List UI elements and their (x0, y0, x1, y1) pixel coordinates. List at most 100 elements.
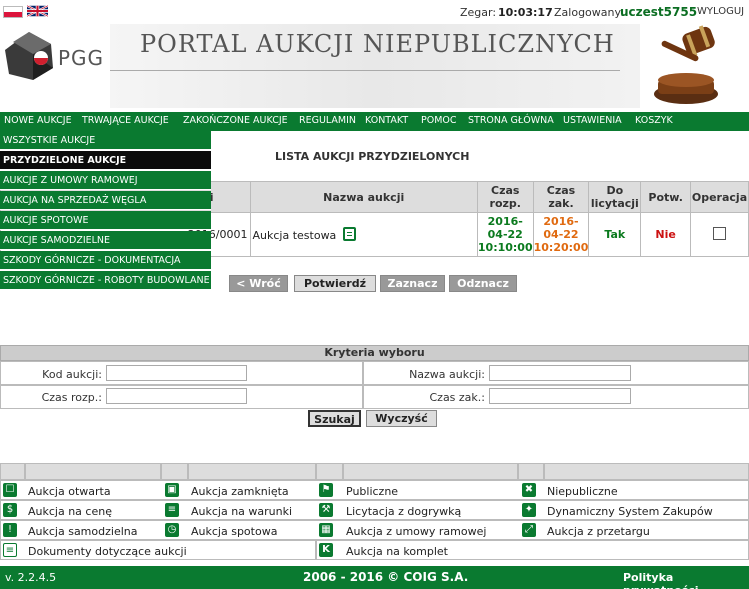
legend-label: Niepubliczne (547, 485, 618, 498)
exclamation-icon: ! (3, 523, 17, 537)
clock-value: 10:03:17 (498, 6, 553, 19)
col-header-end[interactable]: Czas zak. (532, 181, 590, 213)
criteria-title: Kryteria wyboru (0, 345, 749, 361)
menu-item-mining-damage-docs[interactable]: SZKODY GÓRNICZE - DOKUMENTACJA (0, 251, 211, 270)
legend-header (316, 463, 343, 480)
document-icon: ≡ (3, 543, 17, 557)
pgg-logo-text: PGG (58, 46, 105, 70)
cart-icon: ≡ (165, 503, 179, 517)
end-label: Czas zak.: (429, 391, 485, 404)
nav-ongoing-auctions[interactable]: TRWAJĄCE AUKCJE (82, 115, 169, 126)
deselect-button[interactable]: Odznacz (449, 275, 517, 292)
menu-item-framework-auctions[interactable]: AUKCJE Z UMOWY RAMOWEJ (0, 171, 211, 190)
col-header-to-bid[interactable]: Do licytacji (588, 181, 642, 213)
confirmed-value: Nie (640, 212, 691, 257)
nav-settings[interactable]: USTAWIENIA (563, 115, 622, 126)
menu-item-assigned-auctions[interactable]: PRZYDZIELONE AUKCJE (0, 151, 211, 170)
k-icon: K (319, 543, 333, 557)
dollar-icon: $ (3, 503, 17, 517)
col-header-operation: Operacja (690, 181, 749, 213)
start-label: Czas rozp.: (41, 391, 102, 404)
end-time: 10:20:00 (533, 241, 589, 254)
privacy-link[interactable]: Polityka prywatności (623, 571, 749, 589)
legend-label: Aukcja na cenę (28, 505, 112, 518)
legend-label: Aukcja z umowy ramowej (346, 525, 487, 538)
nav-home[interactable]: STRONA GŁÓWNA (468, 115, 554, 126)
copyright: 2006 - 2016 © COIG S.A. (303, 570, 469, 584)
username: uczest5755 (620, 5, 698, 19)
back-button[interactable]: < Wróć (229, 275, 288, 292)
operation-cell (690, 212, 749, 257)
start-time: 10:10:00 (477, 241, 533, 254)
legend-label: Aukcja otwarta (28, 485, 111, 498)
select-checkbox[interactable] (713, 226, 726, 240)
nav-new-auctions[interactable]: NOWE AUKCJE (4, 115, 72, 126)
start-input[interactable] (106, 388, 247, 404)
nav-finished-auctions[interactable]: ZAKOŃCZONE AUKCJE (183, 115, 288, 126)
start-time-cell: 2016-04-22 10:10:00 (476, 212, 534, 257)
col-header-name[interactable]: Nazwa aukcji (249, 181, 478, 213)
arrows-icon: ⤢ (522, 523, 536, 537)
logged-in-label: Zalogowany: (554, 6, 624, 19)
eye-off-icon: ✖ (522, 483, 536, 497)
select-button[interactable]: Zaznacz (380, 275, 445, 292)
main-nav: NOWE AUKCJE TRWAJĄCE AUKCJE ZAKOŃCZONE A… (0, 112, 749, 131)
name-input[interactable] (489, 365, 631, 381)
col-header-start[interactable]: Czas rozp. (476, 181, 534, 213)
to-bid-value: Tak (588, 212, 642, 257)
auction-name-link[interactable]: Aukcja testowa (253, 229, 337, 242)
pl-flag-icon[interactable] (3, 6, 23, 18)
legend: ☐ Aukcja otwarta ▣ Aukcja zamknięta ⚑ Pu… (0, 463, 749, 562)
hammer-icon: ⚒ (319, 503, 333, 517)
menu-item-coal-sale[interactable]: AUKCJA NA SPRZEDAŻ WĘGLA (0, 191, 211, 210)
legend-header (188, 463, 316, 480)
legend-label: Licytacja z dogrywką (346, 505, 462, 518)
search-button[interactable]: Szukaj (308, 410, 361, 427)
name-label: Nazwa aukcji: (409, 368, 485, 381)
clock-icon: ◷ (165, 523, 179, 537)
logout-link[interactable]: WYLOGUJ (697, 6, 744, 17)
legend-label: Aukcja na komplet (346, 545, 448, 558)
end-input[interactable] (489, 388, 631, 404)
pgg-logo-icon[interactable] (3, 30, 55, 82)
gavel-icon (654, 25, 718, 104)
top-bar: Zegar: 10:03:17 Zalogowany: uczest5755 W… (0, 0, 749, 22)
menu-item-independent-auctions[interactable]: AUKCJE SAMODZIELNE (0, 231, 211, 250)
document-icon[interactable] (342, 227, 356, 241)
start-date: 2016-04-22 (487, 215, 523, 241)
nav-regulations[interactable]: REGULAMIN (299, 115, 356, 126)
end-time-cell: 2016-04-22 10:20:00 (532, 212, 590, 257)
nav-contact[interactable]: KONTAKT (365, 115, 408, 126)
code-label: Kod aukcji: (42, 368, 102, 381)
legend-header (25, 463, 161, 480)
calendar-icon: ▦ (319, 523, 333, 537)
auction-name-cell: Aukcja testowa (249, 212, 478, 257)
flag-icon: ⚑ (319, 483, 333, 497)
legend-header (343, 463, 518, 480)
legend-label: Aukcja spotowa (191, 525, 278, 538)
legend-label: Aukcja samodzielna (28, 525, 138, 538)
menu-item-all-auctions[interactable]: WSZYSTKIE AUKCJE (0, 131, 211, 150)
footer: v. 2.2.4.5 2006 - 2016 © COIG S.A. Polit… (0, 566, 749, 589)
legend-label: Aukcja na warunki (191, 505, 293, 518)
page-title: LISTA AUKCJI PRZYDZIELONYCH (275, 150, 470, 163)
end-date: 2016-04-22 (543, 215, 579, 241)
col-header-confirmed[interactable]: Potw. (640, 181, 691, 213)
nav-help[interactable]: POMOC (421, 115, 457, 126)
version: v. 2.2.4.5 (5, 571, 57, 584)
network-icon: ✦ (522, 503, 536, 517)
legend-header (161, 463, 188, 480)
legend-label: Dynamiczny System Zakupów (547, 505, 713, 518)
unlock-icon: ☐ (3, 483, 17, 497)
menu-item-mining-damage-works[interactable]: SZKODY GÓRNICZE - ROBOTY BUDOWLANE (0, 271, 211, 290)
menu-item-spot-auctions[interactable]: AUKCJE SPOTOWE (0, 211, 211, 230)
banner-divider (110, 70, 620, 71)
clear-button[interactable]: Wyczyść (366, 410, 437, 427)
legend-label: Aukcja z przetargu (547, 525, 650, 538)
search-criteria: Kryteria wyboru Kod aukcji: Nazwa aukcji… (0, 345, 749, 430)
nav-cart[interactable]: KOSZYK (635, 115, 673, 126)
confirm-button[interactable]: Potwierdź (294, 275, 376, 292)
gb-flag-icon[interactable] (27, 4, 48, 18)
code-input[interactable] (106, 365, 247, 381)
portal-title: PORTAL AUKCJI NIEPUBLICZNYCH (140, 30, 615, 58)
